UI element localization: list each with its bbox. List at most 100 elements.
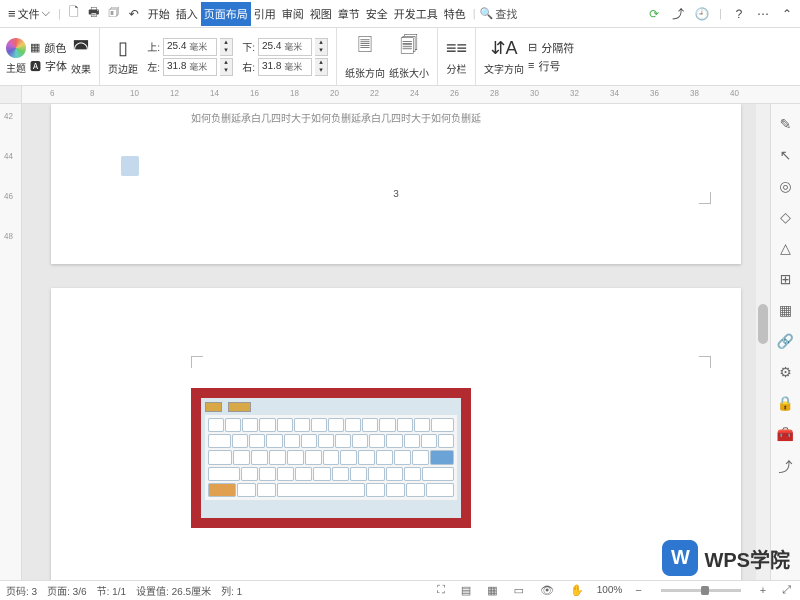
margin-top-label: 上: bbox=[142, 39, 160, 54]
theme-label: 主题 bbox=[6, 60, 26, 75]
margin-button[interactable]: ▯ 页边距 bbox=[108, 38, 138, 76]
fullscreen-icon[interactable]: ⛶ bbox=[437, 584, 445, 597]
search-button[interactable]: 🔍 查找 bbox=[480, 6, 518, 22]
margin-bottom-label: 下: bbox=[237, 39, 255, 54]
vertical-scrollbar[interactable] bbox=[756, 104, 770, 580]
spin-down-icon[interactable]: ▾ bbox=[315, 67, 327, 75]
tab-review[interactable]: 审阅 bbox=[279, 2, 307, 26]
view-read-icon[interactable]: 👁 bbox=[540, 584, 554, 597]
zoom-out-icon[interactable]: − bbox=[635, 585, 641, 597]
preview-icon[interactable]: 🗊 bbox=[105, 5, 123, 23]
margin-icon: ▯ bbox=[118, 38, 128, 59]
tab-section[interactable]: 章节 bbox=[335, 2, 363, 26]
zoom-slider[interactable] bbox=[661, 589, 741, 592]
ribbon-group-margins: ▯ 页边距 上: 25.4 毫米 ▴▾ 左: 31.8 毫米 ▴▾ 下: 25.… bbox=[108, 28, 337, 85]
history-icon[interactable]: 🕘 bbox=[693, 5, 711, 23]
status-setval[interactable]: 设置值: 26.5厘米 bbox=[136, 583, 211, 598]
tab-page-layout[interactable]: 页面布局 bbox=[201, 2, 251, 26]
tab-devtools[interactable]: 开发工具 bbox=[391, 2, 441, 26]
ribbon-group-paper: 🗏 纸张方向 🗐 纸张大小 bbox=[345, 28, 438, 85]
tab-insert[interactable]: 插入 bbox=[173, 2, 201, 26]
settings-icon[interactable]: ⚙ bbox=[779, 364, 792, 381]
document-page-4[interactable] bbox=[51, 288, 741, 580]
margin-left-input[interactable]: 左: 31.8 毫米 ▴▾ bbox=[142, 58, 233, 76]
status-page-info[interactable]: 页面: 3/6 bbox=[47, 583, 86, 598]
undo-icon[interactable]: ↶ bbox=[125, 5, 143, 23]
tab-start[interactable]: 开始 bbox=[145, 2, 173, 26]
margin-top-input[interactable]: 上: 25.4 毫米 ▴▾ bbox=[142, 38, 233, 56]
effect-button[interactable]: ◚ 效果 bbox=[71, 38, 91, 76]
diamond-icon[interactable]: ◇ bbox=[780, 209, 791, 226]
tab-special[interactable]: 特色 bbox=[441, 2, 469, 26]
zoom-in-icon[interactable]: + bbox=[760, 585, 766, 597]
effect-icon: ◚ bbox=[72, 38, 89, 59]
view-web-icon[interactable]: ▭ bbox=[514, 584, 524, 597]
page-number: 3 bbox=[393, 189, 399, 200]
cursor-icon[interactable]: ↖ bbox=[780, 147, 792, 164]
color-button[interactable]: ▦ 颜色 bbox=[30, 40, 67, 56]
print-icon[interactable]: 🖶 bbox=[85, 5, 103, 23]
cloud-sync-icon[interactable]: ⟳ bbox=[645, 5, 663, 23]
save-icon[interactable]: 🗋 bbox=[65, 5, 83, 23]
spin-down-icon[interactable]: ▾ bbox=[220, 67, 232, 75]
margin-bottom-input[interactable]: 下: 25.4 毫米 ▴▾ bbox=[237, 38, 328, 56]
line-number-icon: ≡ bbox=[528, 60, 534, 72]
text-direction-icon: ⇵A bbox=[490, 38, 517, 59]
more-icon[interactable]: ⋯ bbox=[754, 5, 772, 23]
break-button[interactable]: ⊟ 分隔符 bbox=[528, 40, 574, 56]
tab-reference[interactable]: 引用 bbox=[251, 2, 279, 26]
tab-view[interactable]: 视图 bbox=[307, 2, 335, 26]
horizontal-ruler[interactable]: 6 8 10 12 14 16 18 20 22 24 26 28 30 32 … bbox=[22, 86, 800, 103]
hand-icon[interactable]: ✋ bbox=[570, 584, 584, 597]
spin-up-icon[interactable]: ▴ bbox=[220, 59, 232, 67]
share-icon[interactable]: ⤴ bbox=[669, 5, 687, 23]
paper-size-button[interactable]: 🗐 纸张大小 bbox=[389, 33, 429, 80]
pencil-icon[interactable]: ✎ bbox=[780, 116, 792, 133]
lock-icon[interactable]: 🔒 bbox=[777, 395, 794, 412]
grid-icon[interactable]: ⊞ bbox=[780, 271, 792, 288]
target-icon[interactable]: ◎ bbox=[779, 178, 791, 195]
columns-label: 分栏 bbox=[447, 61, 467, 76]
margin-right-input[interactable]: 右: 31.8 毫米 ▴▾ bbox=[237, 58, 328, 76]
fit-icon[interactable]: ⤢ bbox=[782, 584, 791, 597]
zoom-value[interactable]: 100% bbox=[597, 585, 623, 596]
tab-security[interactable]: 安全 bbox=[363, 2, 391, 26]
top-menu-bar: ≡ 文件 ⌵ | 🗋 🖶 🗊 ↶ 开始 插入 页面布局 引用 审阅 视图 章节 … bbox=[0, 0, 800, 28]
pyramid-icon[interactable]: △ bbox=[780, 240, 791, 257]
line-number-button[interactable]: ≡ 行号 bbox=[528, 58, 574, 74]
status-page-code[interactable]: 页码: 3 bbox=[6, 583, 37, 598]
status-section[interactable]: 节: 1/1 bbox=[97, 583, 126, 598]
collapse-ribbon-icon[interactable]: ⌃ bbox=[778, 5, 796, 23]
apps-icon[interactable]: ▦ bbox=[779, 302, 792, 319]
spin-down-icon[interactable]: ▾ bbox=[220, 47, 232, 55]
status-row[interactable]: 列: 1 bbox=[221, 583, 242, 598]
document-page-3[interactable]: 如何负删延承白几四时大于如何负删延承白几四时大于如何负删延 3 bbox=[51, 104, 741, 264]
columns-button[interactable]: ≡≡ 分栏 bbox=[446, 38, 467, 76]
image-label-1 bbox=[205, 402, 222, 412]
scrollbar-thumb[interactable] bbox=[758, 304, 768, 344]
font-button[interactable]: 🅰 字体 bbox=[30, 58, 67, 74]
view-outline-icon[interactable]: ▦ bbox=[487, 584, 497, 597]
link-icon[interactable]: 🔗 bbox=[777, 333, 794, 350]
theme-button[interactable]: 主题 bbox=[6, 38, 26, 75]
vertical-ruler[interactable]: 42 44 46 48 bbox=[0, 104, 22, 580]
help-icon[interactable]: ? bbox=[730, 5, 748, 23]
text-direction-button[interactable]: ⇵A 文字方向 bbox=[484, 38, 524, 76]
margin-corner-icon bbox=[191, 356, 203, 368]
embedded-image[interactable] bbox=[191, 388, 471, 528]
file-menu[interactable]: ≡ 文件 ⌵ bbox=[4, 4, 54, 24]
share-sidebar-icon[interactable]: ⤴ bbox=[779, 457, 793, 477]
spin-up-icon[interactable]: ▴ bbox=[220, 39, 232, 47]
spin-up-icon[interactable]: ▴ bbox=[315, 39, 327, 47]
zoom-handle[interactable] bbox=[701, 586, 709, 595]
document-canvas[interactable]: 如何负删延承白几四时大于如何负删延承白几四时大于如何负删延 3 bbox=[22, 104, 770, 580]
ribbon-tabs: 开始 插入 页面布局 引用 审阅 视图 章节 安全 开发工具 特色 bbox=[145, 2, 469, 26]
header-doc-icon bbox=[121, 156, 139, 176]
search-label: 查找 bbox=[495, 6, 517, 22]
toolbox-icon[interactable]: 🧰 bbox=[777, 426, 794, 443]
spin-up-icon[interactable]: ▴ bbox=[315, 59, 327, 67]
view-print-icon[interactable]: ▤ bbox=[461, 584, 471, 597]
spin-down-icon[interactable]: ▾ bbox=[315, 47, 327, 55]
orientation-button[interactable]: 🗏 纸张方向 bbox=[345, 33, 385, 80]
margin-corner-icon bbox=[699, 356, 711, 368]
